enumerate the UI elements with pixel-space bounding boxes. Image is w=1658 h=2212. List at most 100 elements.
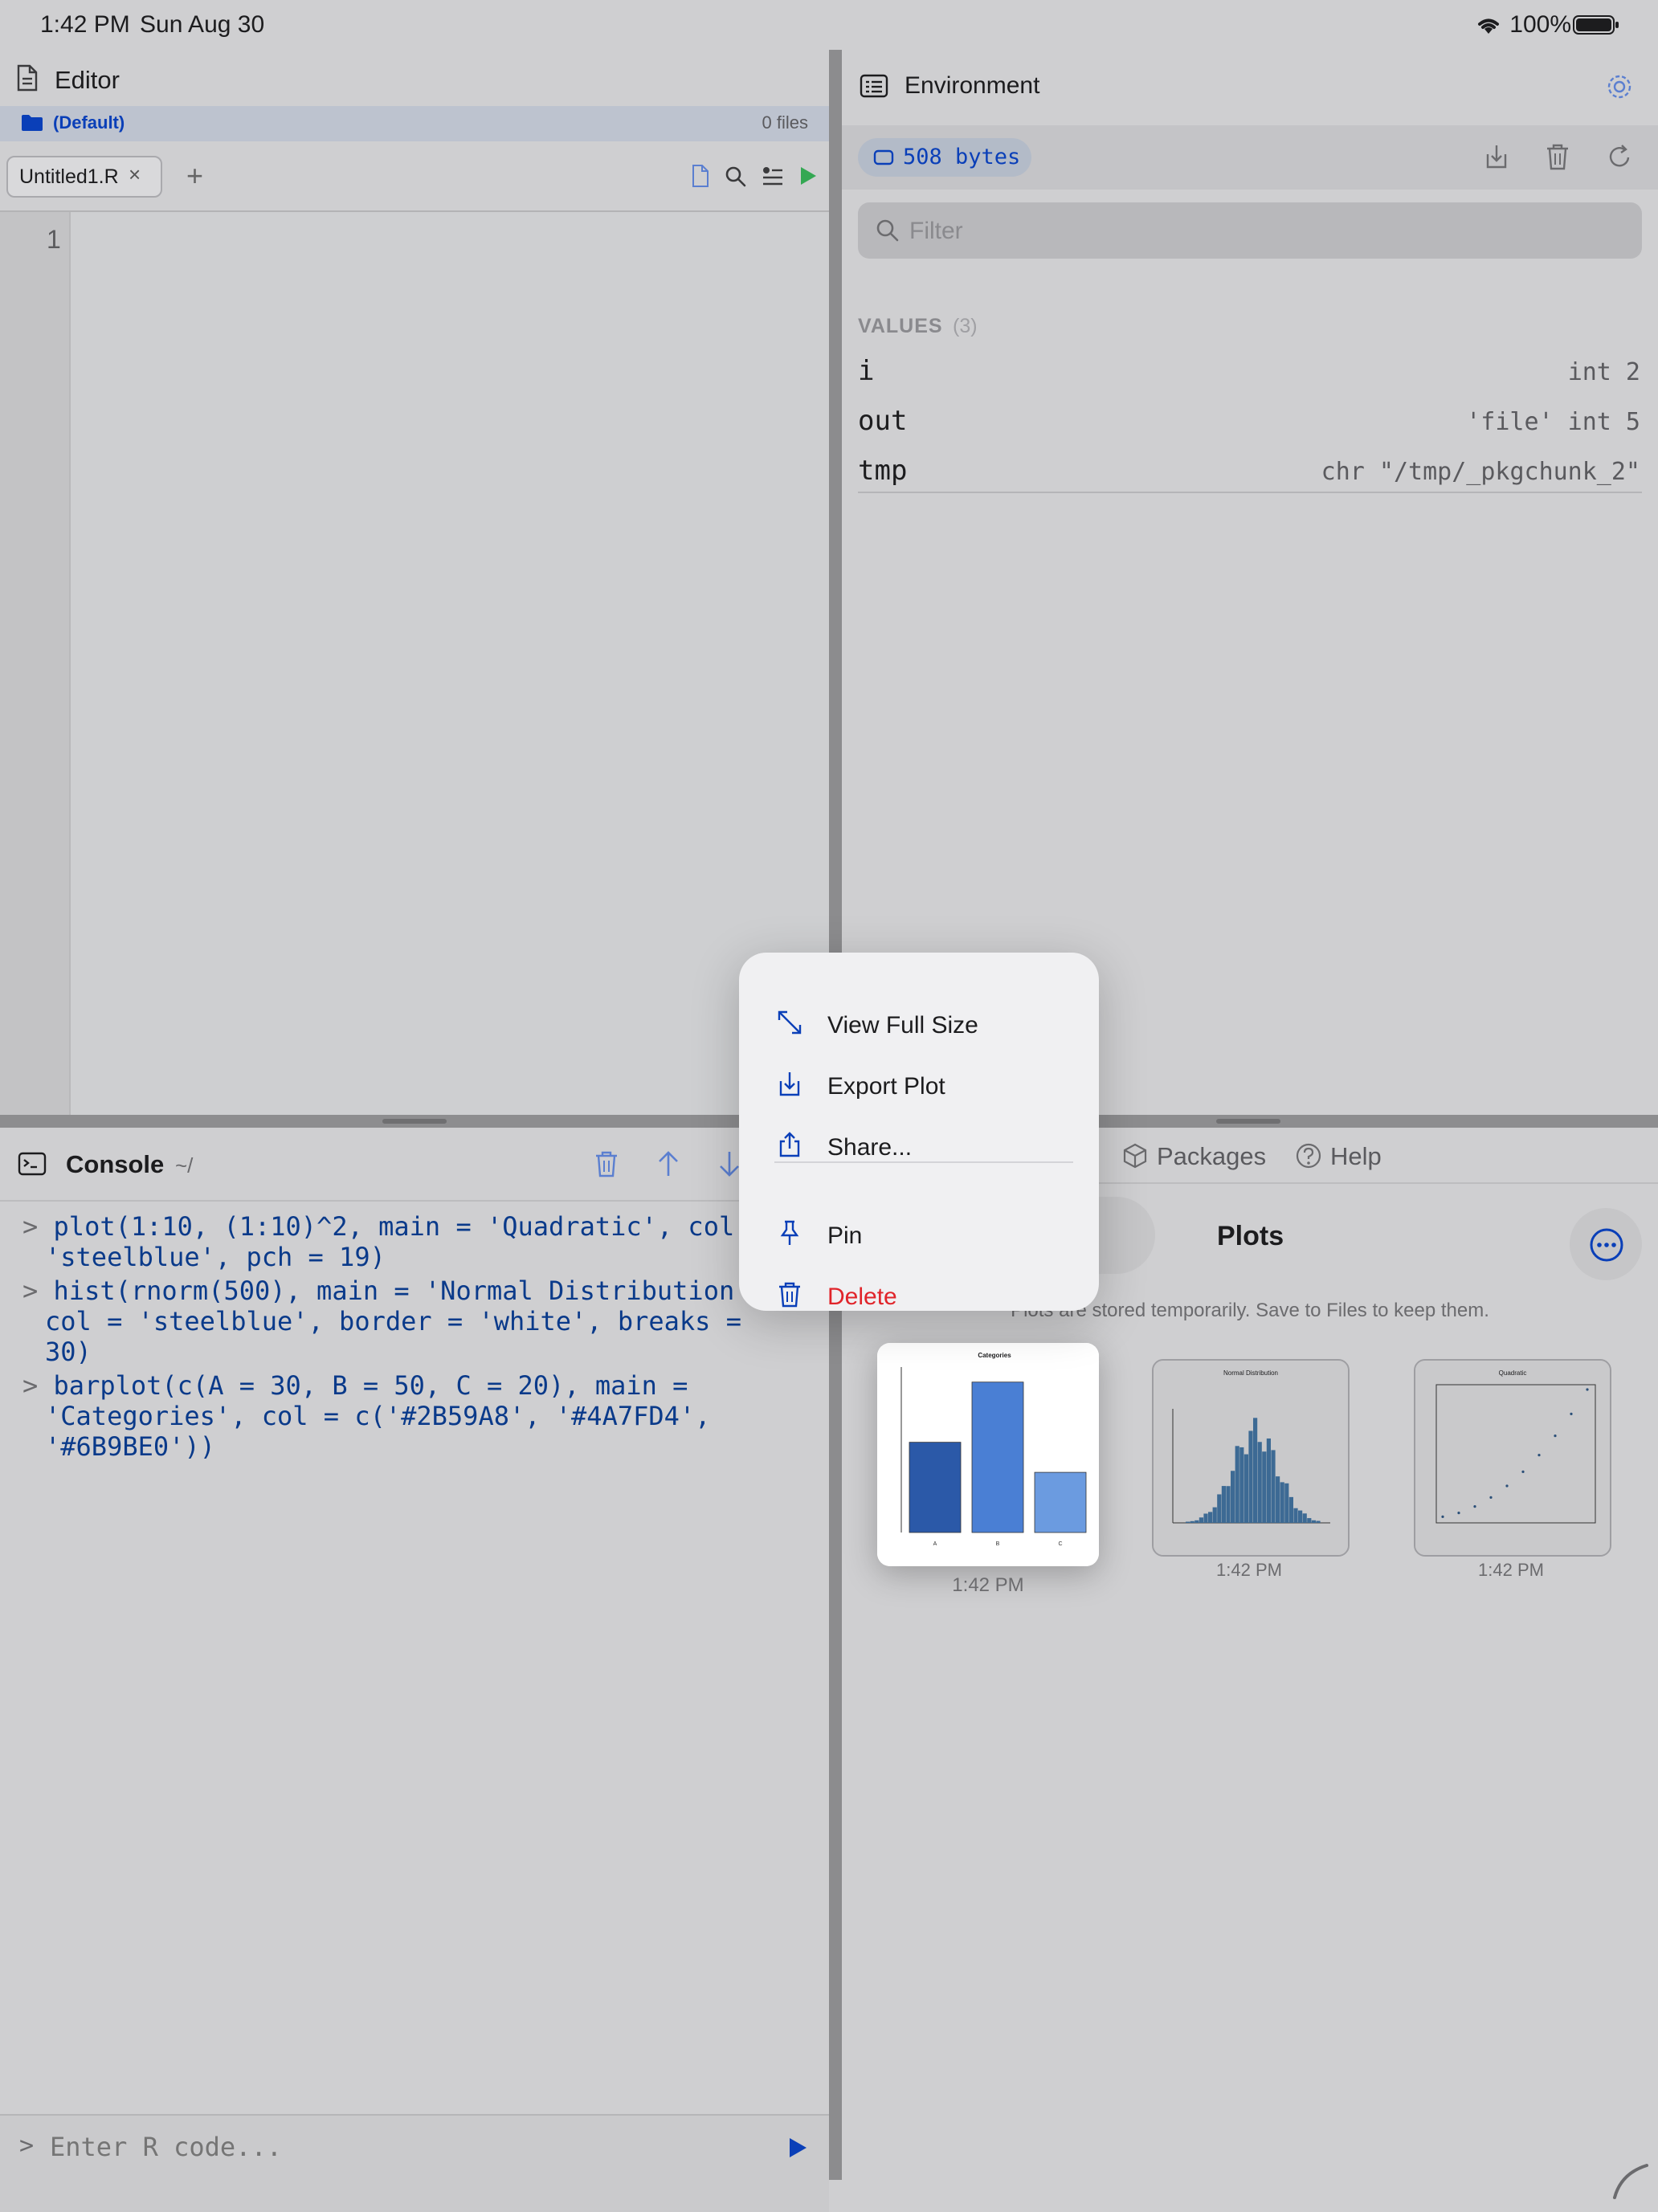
histogram-bar (1217, 1494, 1222, 1523)
console-line: barplot(c(A = 30, B = 50, C = 20), main … (53, 1370, 688, 1401)
battery-percentage: 100% (1509, 11, 1571, 38)
ellipsis-circle-icon (1589, 1227, 1624, 1263)
scatter-point (1554, 1435, 1557, 1438)
histogram-bar (1253, 1418, 1258, 1523)
menu-separator (774, 1161, 1073, 1163)
scatter-point (1521, 1470, 1525, 1473)
variable-value: 'file' int 5 (1466, 408, 1640, 436)
tab-packages[interactable]: Packages (1157, 1142, 1266, 1171)
bar-label-C: C (1058, 1541, 1062, 1547)
line-number: 1 (47, 225, 61, 254)
clear-console-icon[interactable] (594, 1150, 619, 1177)
variable-name[interactable]: out (858, 405, 907, 437)
new-tab-button[interactable]: + (186, 159, 203, 193)
pin-icon (776, 1219, 803, 1247)
histogram-bar (1288, 1496, 1293, 1523)
scatter-point (1489, 1496, 1493, 1499)
histogram-bar (1235, 1446, 1239, 1523)
histogram-bar (1262, 1451, 1267, 1523)
menu-item-export-plot[interactable]: Export Plot (739, 1055, 1099, 1115)
values-section-header: VALUES (858, 315, 943, 337)
clear-environment-icon[interactable] (1546, 143, 1570, 170)
histogram-bar (1248, 1430, 1253, 1523)
menu-item-label: Share... (827, 1134, 913, 1161)
histogram-bar (1186, 1521, 1190, 1523)
scatter-point (1505, 1484, 1509, 1488)
console-prompt-symbol: > (22, 1370, 39, 1401)
line-gutter (0, 212, 69, 1115)
console-line: hist(rnorm(500), main = 'Normal Distribu… (53, 1275, 735, 1306)
history-up-icon[interactable] (657, 1150, 680, 1177)
histogram-bar (1208, 1512, 1213, 1523)
histogram-bar (1212, 1507, 1217, 1523)
help-icon (1295, 1142, 1322, 1169)
console-resize-handle[interactable] (382, 1119, 447, 1124)
new-file-icon[interactable] (691, 164, 710, 188)
console-prompt-symbol: > (22, 1275, 39, 1306)
bar-label-B: B (996, 1541, 1000, 1547)
variable-name[interactable]: i (858, 355, 874, 387)
folder-icon (21, 114, 43, 132)
code-editor[interactable] (71, 212, 829, 1115)
thumbnail-title: Normal Distribution (1223, 1369, 1278, 1377)
refresh-icon[interactable] (1607, 143, 1632, 170)
export-icon (776, 1070, 803, 1097)
status-time: 1:42 PM (40, 11, 130, 38)
files-count: 0 files (762, 112, 808, 133)
scatter-point (1457, 1512, 1460, 1515)
send-icon[interactable] (787, 2136, 808, 2159)
filter-search-icon (876, 218, 900, 243)
console-path: ~/ (175, 1153, 194, 1177)
values-count: (3) (953, 315, 978, 337)
plot-time: 1:42 PM (1216, 1560, 1282, 1580)
histogram-bar (1221, 1486, 1226, 1523)
project-name[interactable]: (Default) (53, 112, 125, 133)
histogram-bar (1199, 1517, 1203, 1523)
menu-item-share[interactable]: Share... (739, 1116, 1099, 1176)
menu-item-view-full-size[interactable]: View Full Size (739, 994, 1099, 1054)
menu-item-pin[interactable]: Pin (739, 1205, 1099, 1264)
console-title: Console (66, 1150, 165, 1178)
histogram-bar (1266, 1438, 1271, 1523)
bar-A (909, 1442, 962, 1533)
import-icon[interactable] (1484, 143, 1509, 170)
plot-context-menu: View Full Size Export Plot Share... Pin … (739, 953, 1099, 1311)
console-input-prompt: > (19, 2132, 35, 2160)
histogram-bar (1284, 1483, 1289, 1523)
console-line: 30) (45, 1337, 92, 1367)
scatter-point (1570, 1412, 1573, 1415)
filter-input[interactable] (908, 214, 1618, 249)
histogram-bar (1307, 1518, 1312, 1523)
plot-time: 1:42 PM (1478, 1560, 1544, 1580)
tab-help[interactable]: Help (1330, 1142, 1382, 1171)
tab-close-icon[interactable]: × (129, 162, 141, 187)
console-line: col = 'steelblue', border = 'white', bre… (45, 1306, 741, 1337)
histogram-bar (1316, 1520, 1321, 1523)
histogram-bar (1276, 1476, 1280, 1523)
histogram-bar (1194, 1520, 1199, 1523)
variable-name[interactable]: tmp (858, 455, 907, 487)
plot-thumbnail-normal-distribution[interactable]: Normal Distribution (1152, 1359, 1350, 1557)
plot-time: 1:42 PM (952, 1574, 1024, 1596)
scatter-point (1441, 1515, 1444, 1518)
console-line: 'steelblue', pch = 19) (45, 1242, 386, 1272)
corner-resize-icon[interactable] (1610, 2161, 1652, 2202)
right-resize-handle[interactable] (1216, 1119, 1280, 1124)
plot-thumbnail-quadratic[interactable]: Quadratic (1414, 1359, 1611, 1557)
menu-item-delete[interactable]: Delete (739, 1266, 1099, 1325)
variable-value: int 2 (1567, 358, 1640, 386)
settings-icon[interactable] (1605, 72, 1634, 101)
thumbnail-title: Categories (978, 1352, 1011, 1359)
bar-C (1034, 1471, 1087, 1533)
console-input[interactable] (48, 2128, 758, 2165)
search-icon[interactable] (725, 165, 747, 188)
run-icon[interactable] (798, 165, 818, 186)
trash-icon (776, 1280, 803, 1308)
history-down-icon[interactable] (718, 1150, 741, 1177)
format-icon[interactable] (762, 165, 784, 188)
histogram-bar (1244, 1454, 1248, 1523)
menu-item-label: Delete (827, 1284, 897, 1310)
console-prompt-symbol: > (22, 1211, 39, 1242)
console-output: > plot(1:10, (1:10)^2, main = 'Quadratic… (0, 1211, 829, 1468)
plot-thumbnail-categories[interactable]: Categories A B C (877, 1343, 1099, 1566)
